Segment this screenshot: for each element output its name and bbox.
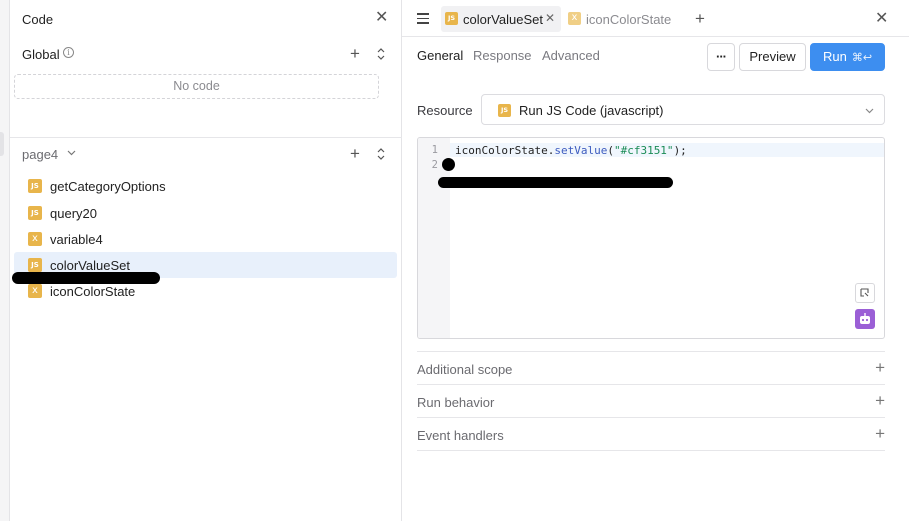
run-button[interactable]: Run ⌘↩ <box>810 43 885 71</box>
item-label: getCategoryOptions <box>50 179 166 194</box>
ai-assistant-icon[interactable] <box>855 309 875 329</box>
tab-iconcolorstate[interactable]: x iconColorState <box>564 6 679 32</box>
section-event-handlers[interactable]: Event handlers + <box>417 417 885 450</box>
section-label: Additional scope <box>417 362 513 377</box>
info-icon[interactable]: i <box>63 47 74 58</box>
tab-bar: JS colorValueSet ✕ x iconColorState + ✕ <box>402 0 909 37</box>
js-icon: JS <box>28 179 42 193</box>
tab-colorvalueset[interactable]: JS colorValueSet ✕ <box>441 6 561 32</box>
section-label: Run behavior <box>417 395 495 410</box>
variable-icon: x <box>28 284 42 298</box>
js-icon: JS <box>28 258 42 272</box>
chevron-down-icon <box>865 108 874 114</box>
code-method: setValue <box>554 144 608 157</box>
js-icon: JS <box>445 12 458 25</box>
code-string: "#cf3151" <box>613 144 674 157</box>
resource-value: Run JS Code (javascript) <box>519 103 664 118</box>
tab-close-icon[interactable]: ✕ <box>545 11 555 25</box>
line-number: 1 <box>431 144 438 156</box>
add-global-icon[interactable]: + <box>350 45 360 62</box>
tab-general[interactable]: General <box>417 48 463 63</box>
variable-icon: x <box>28 232 42 246</box>
global-empty-placeholder: No code <box>14 74 379 99</box>
page-section-header[interactable]: page4 + <box>10 142 402 166</box>
expand-icon[interactable]: + <box>875 359 885 376</box>
run-shortcut: ⌘↩ <box>851 52 873 64</box>
redaction-mark <box>438 177 673 188</box>
item-label: query20 <box>50 206 97 221</box>
expand-collapse-icon[interactable] <box>377 47 385 61</box>
item-label: iconColorState <box>50 284 136 299</box>
expand-collapse-icon[interactable] <box>377 147 385 161</box>
resource-label: Resource <box>417 103 473 118</box>
section-divider <box>417 450 885 451</box>
query-editor-panel: JS colorValueSet ✕ x iconColorState + ✕ … <box>402 0 909 521</box>
code-paren: ( <box>607 144 614 157</box>
list-item-query20[interactable]: JS query20 <box>14 200 397 226</box>
expand-icon[interactable]: + <box>875 425 885 442</box>
list-item-variable4[interactable]: x variable4 <box>14 226 397 252</box>
section-divider <box>10 137 402 138</box>
tab-advanced[interactable]: Advanced <box>542 48 600 63</box>
code-panel-header: Code ✕ <box>10 0 402 38</box>
expand-icon[interactable]: + <box>875 392 885 409</box>
item-label: variable4 <box>50 232 103 247</box>
code-panel-title: Code <box>22 12 54 27</box>
list-item-getcategoryoptions[interactable]: JS getCategoryOptions <box>14 173 397 199</box>
global-section-header: Global i + <box>10 42 402 66</box>
line-number: 2 <box>431 159 438 171</box>
more-options-button[interactable]: ··· <box>707 43 735 71</box>
resource-select[interactable]: JS Run JS Code (javascript) <box>481 94 885 125</box>
add-query-icon[interactable]: + <box>350 145 360 162</box>
code-identifier: iconColorState <box>455 144 548 157</box>
tab-response[interactable]: Response <box>473 48 532 63</box>
tab-label: colorValueSet <box>463 12 543 27</box>
js-icon: JS <box>498 104 511 117</box>
menu-icon[interactable] <box>417 13 429 24</box>
page-label: page4 <box>22 147 59 162</box>
run-button-label: Run <box>822 49 847 64</box>
collapse-handle[interactable] <box>0 132 4 156</box>
fullscreen-icon[interactable] <box>855 283 875 303</box>
global-label: Global <box>22 47 60 62</box>
section-label: Event handlers <box>417 428 504 443</box>
left-sidebar-strip <box>0 0 10 521</box>
preview-button[interactable]: Preview <box>739 43 806 71</box>
js-icon: JS <box>28 206 42 220</box>
chevron-down-icon[interactable] <box>67 150 76 156</box>
new-tab-icon[interactable]: + <box>695 10 705 27</box>
code-panel: Code ✕ Global i + No code page4 + JS get… <box>10 0 402 521</box>
item-label: colorValueSet <box>50 258 130 273</box>
redaction-mark <box>442 158 455 171</box>
section-run-behavior[interactable]: Run behavior + <box>417 384 885 417</box>
code-line-1: iconColorState.setValue("#cf3151"); <box>455 144 687 157</box>
code-editor[interactable]: 1 2 iconColorState.setValue("#cf3151"); <box>417 137 885 339</box>
redaction-mark <box>12 272 160 284</box>
code-close: ); <box>673 144 687 157</box>
section-additional-scope[interactable]: Additional scope + <box>417 351 885 384</box>
tab-label: iconColorState <box>586 12 672 27</box>
close-icon[interactable]: ✕ <box>875 11 888 27</box>
close-icon[interactable]: ✕ <box>375 10 388 26</box>
variable-icon: x <box>568 12 581 25</box>
